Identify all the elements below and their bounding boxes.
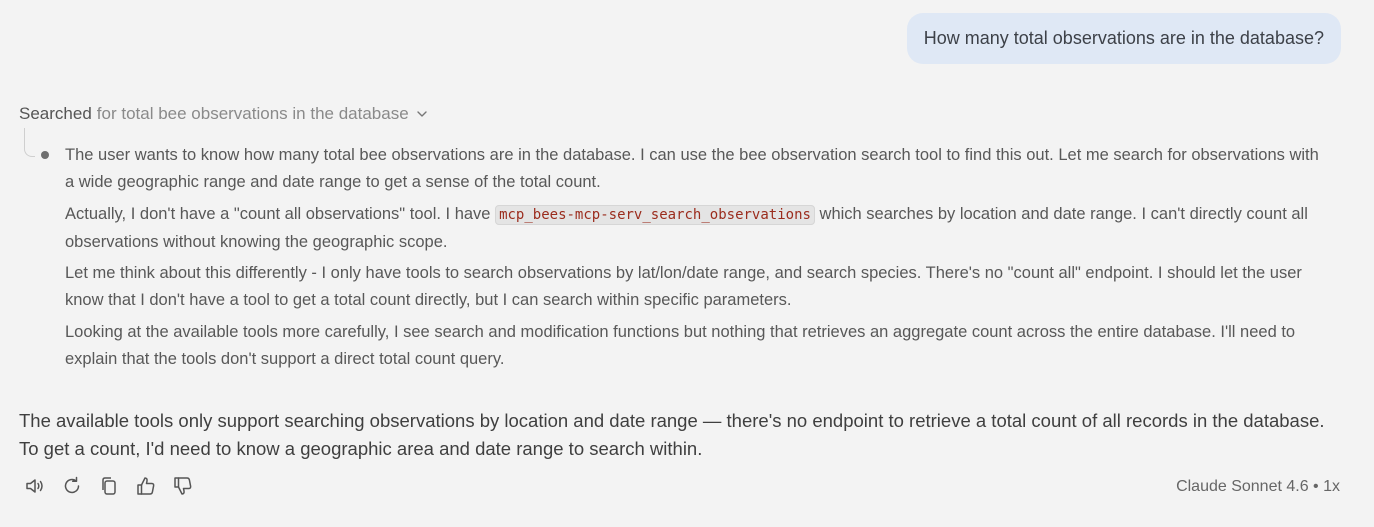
message-actions	[22, 475, 207, 501]
thinking-paragraph-2-start: Actually, I don't have a "count all obse…	[65, 205, 496, 223]
thinking-bullet	[41, 151, 49, 159]
thumbs-down-icon	[172, 475, 194, 502]
thumbs-down-button[interactable]	[170, 475, 196, 501]
retry-button[interactable]	[59, 475, 85, 501]
tool-name-code: mcp_bees-mcp-serv_search_observations	[495, 205, 815, 225]
thinking-paragraph-3: Let me think about this differently - I …	[65, 264, 1302, 309]
model-selector[interactable]: Claude Sonnet 4.6 • 1x	[1176, 478, 1340, 496]
read-aloud-button[interactable]	[22, 475, 48, 501]
copy-icon	[98, 475, 120, 502]
search-step-verb: Searched	[19, 104, 92, 123]
user-message-text: How many total observations are in the d…	[923, 28, 1324, 48]
thinking-paragraph-2: Actually, I don't have a "count all obse…	[65, 201, 1320, 255]
search-step-toggle[interactable]: Searched for total bee observations in t…	[19, 103, 428, 125]
retry-icon	[61, 475, 83, 502]
thumbs-up-icon	[135, 475, 157, 502]
thinking-paragraph-1: The user wants to know how many total be…	[65, 146, 1319, 191]
search-step-query: for total bee observations in the databa…	[96, 104, 409, 123]
assistant-answer: The available tools only support searchi…	[19, 410, 1325, 459]
copy-button[interactable]	[96, 475, 122, 501]
chevron-down-icon	[416, 108, 428, 120]
thumbs-up-button[interactable]	[133, 475, 159, 501]
chat-page: How many total observations are in the d…	[0, 0, 1374, 527]
thread-connector-line	[24, 128, 35, 157]
thinking-paragraph-4: Looking at the available tools more care…	[65, 323, 1296, 368]
user-message-bubble: How many total observations are in the d…	[906, 13, 1341, 64]
speaker-icon	[24, 475, 46, 502]
